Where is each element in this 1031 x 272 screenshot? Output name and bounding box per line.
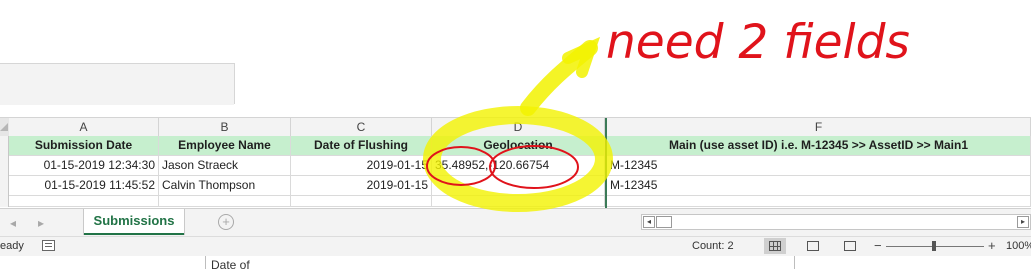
empty-cell[interactable] — [291, 196, 432, 207]
row-header[interactable] — [0, 136, 9, 156]
cell-employee-name[interactable]: Calvin Thompson — [159, 176, 291, 196]
page-break-icon — [844, 241, 856, 251]
background-window-text: Date of — [211, 258, 250, 272]
header-cell-main[interactable]: Main (use asset ID) i.e. M-12345 >> Asse… — [607, 136, 1031, 156]
empty-cell[interactable] — [9, 196, 159, 207]
ribbon-panel — [0, 63, 234, 105]
page-break-view-button[interactable] — [839, 238, 861, 254]
zoom-out-button[interactable]: − — [874, 238, 882, 253]
geolocation-longitude: -120.66754 — [488, 158, 550, 172]
column-header-c[interactable]: C — [291, 118, 432, 136]
cell-date-of-flushing[interactable]: 2019-01-15 — [291, 156, 432, 176]
frozen-pane-divider — [605, 118, 607, 208]
horizontal-scrollbar[interactable]: ◂ ▸ — [641, 214, 1031, 230]
spreadsheet-grid: A B C D F Submission Date Employee Name … — [0, 117, 1031, 207]
cell-date-of-flushing[interactable]: 2019-01-15 — [291, 176, 432, 196]
status-mode: eady — [0, 240, 24, 252]
zoom-slider-thumb[interactable] — [932, 241, 936, 251]
macro-recording-icon[interactable] — [42, 240, 55, 251]
cell-main[interactable]: M-12345 — [607, 176, 1031, 196]
table-header-row: Submission Date Employee Name Date of Fl… — [0, 136, 1031, 156]
column-header-row: A B C D F — [0, 117, 1031, 137]
empty-cell[interactable] — [432, 196, 605, 207]
row-header[interactable] — [0, 196, 9, 207]
zoom-level[interactable]: 100% — [1006, 240, 1031, 252]
header-cell-submission-date[interactable]: Submission Date — [9, 136, 159, 156]
empty-cell[interactable] — [159, 196, 291, 207]
cell-geolocation[interactable] — [432, 176, 605, 196]
column-header-a[interactable]: A — [9, 118, 159, 136]
empty-cell[interactable] — [607, 196, 1031, 207]
scroll-right-icon[interactable]: ▸ — [1017, 216, 1029, 228]
sheet-tab-submissions[interactable]: Submissions — [84, 209, 184, 235]
column-header-b[interactable]: B — [159, 118, 291, 136]
zoom-in-button[interactable]: + — [988, 238, 996, 253]
next-sheet-arrow-icon[interactable]: ▸ — [38, 216, 44, 230]
page-layout-icon — [807, 241, 819, 251]
scrollbar-thumb[interactable] — [656, 216, 672, 228]
cell-submission-date[interactable]: 01-15-2019 11:45:52 — [9, 176, 159, 196]
scroll-left-icon[interactable]: ◂ — [643, 216, 655, 228]
table-row: 01-15-2019 11:45:52 Calvin Thompson 2019… — [0, 176, 1031, 196]
grid-view-icon — [769, 241, 781, 251]
row-header[interactable] — [0, 156, 9, 176]
header-cell-geolocation[interactable]: Geolocation — [432, 136, 605, 156]
table-row — [0, 196, 1031, 207]
select-all-corner[interactable] — [0, 118, 9, 136]
cell-submission-date[interactable]: 01-15-2019 12:34:30 — [9, 156, 159, 176]
sheet-tabs-bar: ◂ ▸ Submissions + ◂ ▸ — [0, 208, 1031, 237]
add-sheet-icon[interactable]: + — [218, 214, 234, 230]
status-count: Count: 2 — [692, 240, 734, 252]
column-header-f[interactable]: F — [607, 118, 1031, 136]
header-cell-employee-name[interactable]: Employee Name — [159, 136, 291, 156]
column-header-d[interactable]: D — [432, 118, 605, 136]
background-window-frame — [205, 256, 795, 269]
cell-employee-name[interactable]: Jason Straeck — [159, 156, 291, 176]
row-header[interactable] — [0, 176, 9, 196]
geolocation-latitude: 35.48952, — [435, 158, 489, 172]
status-bar: eady Count: 2 − + 100% — [0, 236, 1031, 257]
header-cell-date-of-flushing[interactable]: Date of Flushing — [291, 136, 432, 156]
page-layout-view-button[interactable] — [802, 238, 824, 254]
table-row: 01-15-2019 12:34:30 Jason Straeck 2019-0… — [0, 156, 1031, 176]
ribbon-divider — [234, 63, 235, 104]
cell-main[interactable]: M-12345 — [607, 156, 1031, 176]
normal-view-button[interactable] — [764, 238, 786, 254]
cell-geolocation[interactable]: 35.48952,-120.66754 — [432, 156, 605, 176]
previous-sheet-arrow-icon[interactable]: ◂ — [10, 216, 16, 230]
